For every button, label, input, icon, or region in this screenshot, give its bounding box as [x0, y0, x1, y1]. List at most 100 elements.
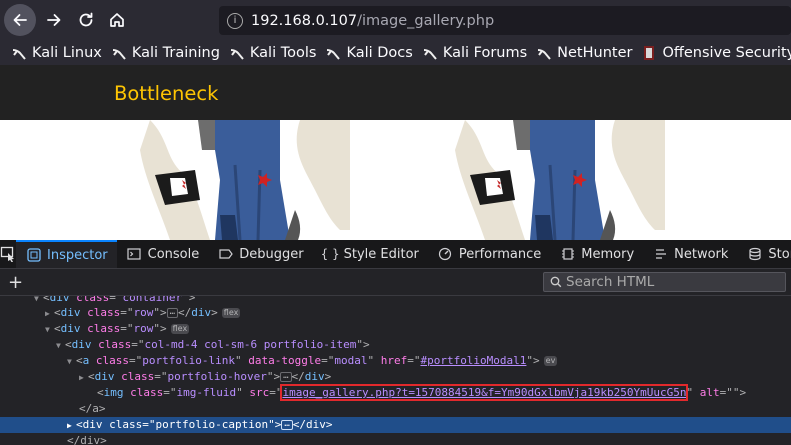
tab-label: Debugger — [239, 246, 304, 262]
search-html-input[interactable] — [566, 274, 776, 290]
collapsed-twisty-icon[interactable]: ▶ — [45, 306, 54, 322]
tag-name: div — [94, 370, 115, 383]
tab-style-editor[interactable]: { } Style Editor — [313, 240, 428, 268]
attr-value-link[interactable]: #portfolioModal1 — [420, 354, 526, 367]
site-brand[interactable]: Bottleneck — [114, 82, 218, 105]
tag-name: div — [49, 296, 70, 304]
bookmark-label: Kali Docs — [346, 44, 413, 61]
kali-dragon-icon — [327, 48, 341, 60]
attr-name: class — [98, 338, 132, 351]
kali-dragon-icon — [423, 48, 437, 60]
home-icon — [110, 13, 124, 27]
tab-label: Performance — [458, 246, 542, 262]
add-node-icon[interactable]: + — [8, 272, 23, 293]
tag-name: div — [71, 338, 92, 351]
console-icon — [127, 247, 142, 262]
bookmark-label: Kali Forums — [442, 44, 528, 61]
markup-node[interactable]: ▼ <div class="row"> flex — [0, 321, 791, 337]
offsec-icon — [644, 45, 655, 60]
reload-button[interactable] — [71, 5, 101, 35]
expanded-twisty-icon[interactable]: ▼ — [67, 354, 76, 370]
collapsed-ellipsis[interactable]: … — [280, 372, 292, 382]
tab-memory[interactable]: Memory — [550, 240, 643, 268]
flex-badge[interactable]: flex — [170, 324, 190, 334]
expanded-twisty-icon[interactable]: ▼ — [45, 322, 54, 338]
event-badge[interactable]: ev — [543, 356, 558, 366]
attr-value: portfolio-hover — [167, 370, 267, 383]
site-info-icon[interactable]: i — [227, 12, 243, 29]
attr-name: class — [109, 418, 143, 431]
attr-name: class — [87, 322, 121, 335]
tab-console[interactable]: Console — [117, 240, 209, 268]
attr-name: class — [95, 354, 129, 367]
kali-dragon-icon — [12, 48, 26, 60]
markup-node[interactable]: ▶ <div class="row">… </div> flex — [0, 305, 791, 321]
markup-node[interactable]: ▶ <div class="portfolio-hover">… </div> — [0, 369, 791, 385]
tab-label: Network — [674, 246, 729, 262]
inspector-toolbar: + — [0, 269, 791, 296]
tab-label: Style Editor — [343, 246, 419, 262]
attr-name: class — [121, 370, 155, 383]
tag-name: div — [82, 418, 103, 431]
expanded-twisty-icon[interactable]: ▼ — [56, 338, 65, 354]
bookmark-kali-tools[interactable]: Kali Tools — [229, 45, 316, 61]
collapsed-ellipsis[interactable]: … — [166, 308, 179, 318]
markup-node[interactable]: <img class="img-fluid" src="image_galler… — [0, 384, 791, 401]
closing-tag: </a> — [79, 402, 106, 415]
bookmark-label: Kali Linux — [32, 44, 102, 61]
attr-name: class — [87, 306, 121, 319]
tab-label: Console — [147, 246, 200, 262]
bookmark-offensive-security[interactable]: Offensive Security — [641, 45, 791, 61]
img-src-link[interactable]: image_gallery.php?t=1570884519&f=Ym90dGx… — [280, 384, 689, 401]
tab-inspector[interactable]: Inspector — [16, 240, 117, 268]
tab-network[interactable]: Network — [643, 240, 737, 268]
collapsed-ellipsis[interactable]: … — [281, 420, 293, 430]
site-navbar: Bottleneck — [0, 65, 791, 120]
attr-name: class — [76, 296, 110, 304]
flex-badge[interactable]: flex — [221, 308, 241, 318]
reload-icon — [79, 12, 93, 27]
markup-node[interactable]: ▼ <a class="portfolio-link" data-toggle="… — [0, 353, 791, 369]
tag-name: div — [60, 306, 81, 319]
element-picker-button[interactable] — [0, 240, 16, 268]
search-html-box[interactable] — [543, 272, 786, 292]
portfolio-image[interactable] — [140, 120, 350, 240]
markup-closing-tag[interactable]: </a> — [0, 401, 791, 417]
attr-name: data-toggle — [248, 354, 322, 367]
markup-closing-tag[interactable]: </div> — [0, 433, 791, 445]
url-host: 192.168.0.107 — [251, 12, 358, 29]
url-bar[interactable]: i 192.168.0.107/image_gallery.php — [219, 6, 791, 35]
attr-name: class — [130, 386, 164, 399]
bookmark-kali-docs[interactable]: Kali Docs — [325, 44, 413, 61]
bookmarks-bar: Kali Linux Kali Training Kali Tools Kali… — [0, 40, 791, 65]
tab-storage[interactable]: Storage — [737, 240, 791, 268]
tab-label: Inspector — [47, 247, 108, 263]
collapsed-twisty-icon[interactable]: ▶ — [67, 418, 76, 434]
bookmark-kali-training[interactable]: Kali Training — [111, 45, 220, 61]
tag-name: a — [82, 354, 90, 367]
element-picker-icon — [0, 246, 14, 262]
url-text: 192.168.0.107/image_gallery.php — [251, 13, 494, 29]
bookmark-kali-linux[interactable]: Kali Linux — [11, 45, 102, 61]
tab-debugger[interactable]: Debugger — [208, 240, 312, 268]
network-icon — [653, 247, 668, 262]
back-arrow-icon — [13, 14, 27, 26]
portfolio-image[interactable] — [455, 120, 665, 240]
home-button[interactable] — [102, 5, 132, 35]
tab-performance[interactable]: Performance — [428, 240, 550, 268]
storage-icon — [747, 247, 762, 262]
attr-value: modal — [334, 354, 368, 367]
collapsed-twisty-icon[interactable]: ▶ — [79, 370, 88, 386]
portfolio-gallery — [0, 120, 791, 240]
kali-dragon-icon — [538, 48, 551, 60]
markup-node[interactable]: ▼ <div class="col-md-4 col-sm-6 portfolio… — [0, 337, 791, 353]
bookmark-kali-forums[interactable]: Kali Forums — [422, 45, 527, 61]
back-button[interactable] — [4, 4, 36, 36]
bookmark-label: Kali Training — [131, 44, 220, 61]
forward-button[interactable] — [39, 5, 69, 35]
memory-icon — [560, 247, 575, 262]
kali-dragon-icon — [112, 48, 126, 60]
browser-toolbar: i 192.168.0.107/image_gallery.php — [0, 0, 791, 40]
bookmark-nethunter[interactable]: NetHunter — [536, 45, 632, 61]
markup-node-selected[interactable]: ▶ <div class="portfolio-caption">… </div> — [0, 417, 791, 433]
